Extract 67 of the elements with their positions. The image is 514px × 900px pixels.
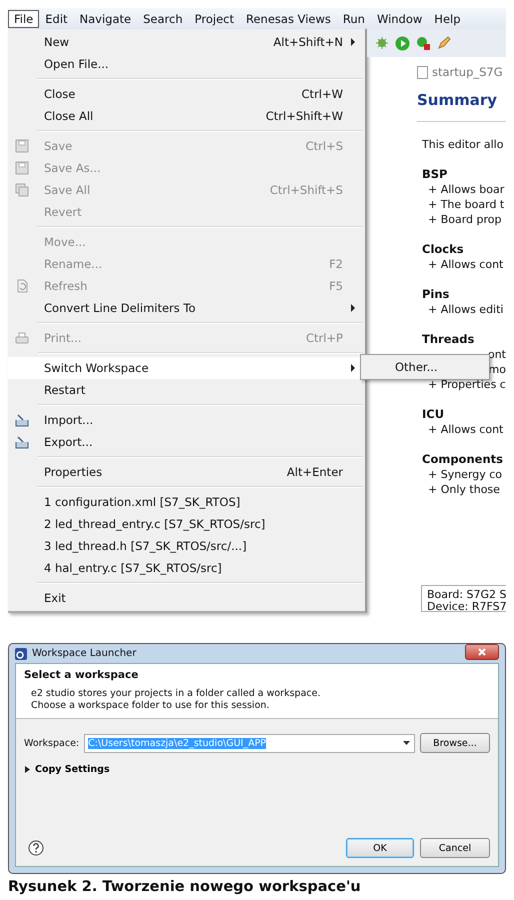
tray-arrow-icon bbox=[14, 413, 28, 427]
dialog-description: Choose a workspace folder to use for this session. bbox=[31, 700, 270, 712]
pencil-icon[interactable] bbox=[437, 36, 451, 50]
refresh-icon bbox=[14, 279, 28, 293]
dialog-title: Workspace Launcher bbox=[32, 648, 138, 659]
section-heading: Threads bbox=[422, 332, 476, 346]
workspace-label: Workspace: bbox=[24, 738, 80, 748]
section-item: + The board t bbox=[428, 198, 506, 211]
menu-bar-item[interactable]: Renesas Views bbox=[240, 10, 337, 28]
menu-bar-item[interactable]: Project bbox=[188, 10, 240, 28]
menu-item[interactable]: Convert Line Delimiters To bbox=[8, 297, 365, 319]
menu-bar-item[interactable]: Window bbox=[370, 10, 428, 28]
floppy-disks-icon bbox=[14, 183, 28, 197]
section-heading: ICU bbox=[422, 407, 446, 421]
section-item: + Board prop bbox=[428, 213, 503, 226]
menu-item[interactable]: Close All Ctrl+Shift+W bbox=[8, 105, 365, 127]
menu-item[interactable]: Properties Alt+Enter bbox=[8, 461, 365, 483]
copy-settings-toggle[interactable]: Copy Settings bbox=[24, 764, 110, 775]
dialog-button[interactable]: Cancel bbox=[420, 838, 490, 858]
close-button[interactable] bbox=[465, 644, 499, 660]
menu-bar-item[interactable]: Run bbox=[336, 10, 371, 28]
menu-bar-item[interactable]: Search bbox=[137, 10, 189, 28]
section-heading: BSP bbox=[422, 167, 448, 181]
section-heading: Pins bbox=[422, 287, 450, 301]
menu-item[interactable]: Export... bbox=[8, 431, 365, 453]
section-heading: Clocks bbox=[422, 242, 465, 256]
section-item: + Synergy co bbox=[428, 468, 504, 481]
menu-item[interactable]: Exit bbox=[8, 587, 365, 609]
section-heading: Components bbox=[422, 452, 504, 466]
menu-item[interactable]: 3 led_thread.h [S7_SK_RTOS/src/...] bbox=[8, 535, 365, 557]
dialog-heading: Select a workspace bbox=[24, 669, 140, 681]
section-item: + Allows editi bbox=[428, 303, 504, 316]
editor-tab[interactable]: startup_S7G bbox=[417, 65, 506, 79]
editor-title: Summary bbox=[417, 91, 506, 122]
menu-item[interactable]: 1 configuration.xml [S7_SK_RTOS] bbox=[8, 491, 365, 513]
help-icon[interactable] bbox=[28, 840, 44, 856]
submenu-item[interactable]: Other... bbox=[395, 360, 438, 374]
menu-item[interactable]: Restart bbox=[8, 379, 365, 401]
section-item: + Properties c bbox=[428, 378, 506, 391]
section-item: + Allows cont bbox=[428, 423, 504, 436]
section-item: + Only those bbox=[428, 483, 501, 496]
menu-bar-item[interactable]: Help bbox=[428, 10, 467, 28]
dialog-button[interactable]: OK bbox=[346, 838, 414, 858]
menu-bar-item[interactable]: Navigate bbox=[74, 10, 138, 28]
menu-item[interactable]: Open File... bbox=[8, 53, 365, 75]
run-stop-icon[interactable] bbox=[416, 36, 431, 50]
menu-item[interactable]: New Alt+Shift+N bbox=[8, 31, 365, 53]
dialog-description: e2 studio stores your projects in a folder called a workspace. bbox=[31, 688, 322, 700]
expander-icon[interactable] bbox=[24, 766, 30, 773]
close-icon bbox=[478, 648, 486, 656]
section-item: + Allows boar bbox=[428, 183, 506, 196]
menu-item[interactable]: Close Ctrl+W bbox=[8, 83, 365, 105]
intro-text: This editor allo bbox=[422, 138, 504, 151]
menu-bar-item[interactable]: Edit bbox=[39, 10, 74, 28]
run-icon[interactable] bbox=[395, 36, 410, 50]
browse-button[interactable]: Browse... bbox=[420, 733, 490, 753]
section-item: + Allows cont bbox=[428, 258, 504, 271]
c-file-icon bbox=[417, 66, 428, 78]
tray-arrow-icon bbox=[14, 435, 28, 449]
app-logo-icon bbox=[15, 648, 27, 660]
menu-item[interactable]: 4 hal_entry.c [S7_SK_RTOS/src] bbox=[8, 557, 365, 579]
menu-item[interactable]: Import... bbox=[8, 409, 365, 431]
menu-bar-item[interactable]: File bbox=[8, 10, 40, 28]
dropdown-caret-icon[interactable] bbox=[403, 741, 410, 745]
menu-item[interactable]: 2 led_thread_entry.c [S7_SK_RTOS/src] bbox=[8, 513, 365, 535]
figure-caption: Rysunek 2. Tworzenie nowego workspace'u bbox=[8, 879, 362, 895]
printer-icon bbox=[14, 331, 28, 345]
